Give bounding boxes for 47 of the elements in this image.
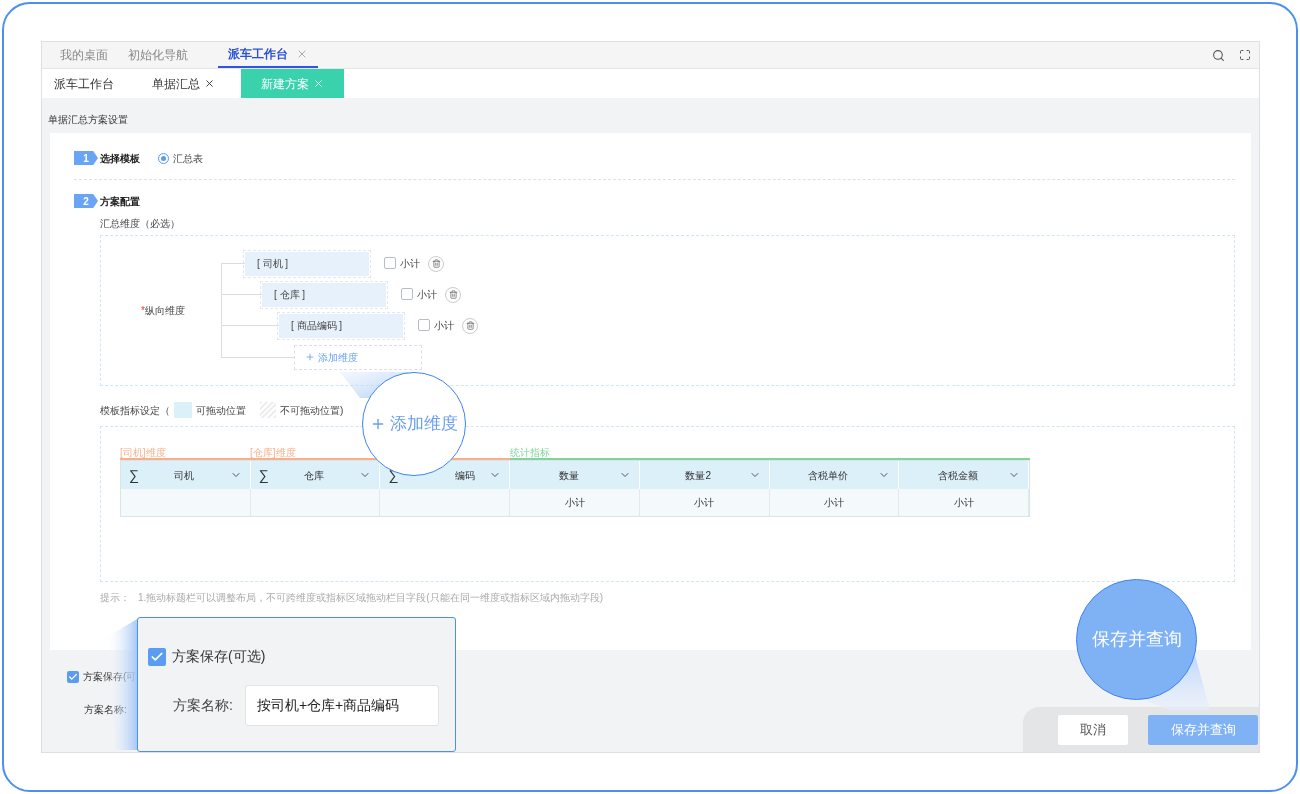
step-badge: 1 <box>74 151 98 165</box>
cancel-button[interactable]: 取消 <box>1058 714 1128 745</box>
search-icon[interactable] <box>1212 48 1225 62</box>
dimension-field[interactable]: [ 仓库 ] <box>262 282 386 307</box>
page-tab[interactable]: 派车工作台 <box>42 69 126 98</box>
legend-label: 可拖动位置 <box>196 403 246 418</box>
table-cell-text: 小计 <box>953 496 974 510</box>
field-label: 方案名称: <box>173 696 233 715</box>
field-label: 方案名称: <box>84 703 127 717</box>
checkbox-label: 方案保存(可选) <box>172 647 266 666</box>
plus-icon <box>370 416 386 432</box>
name-field[interactable]: 按司机+仓库+商品编码 <box>244 685 439 726</box>
fullscreen-icon[interactable] <box>1239 49 1251 61</box>
dimension-label: 纵向维度 <box>145 304 185 318</box>
checkbox[interactable] <box>418 318 430 331</box>
radio-label: 汇总表 <box>173 151 203 166</box>
zoom-label: 保存并查询 <box>1091 628 1182 651</box>
checkbox-label: 小计 <box>417 288 437 302</box>
field-label: 模板指标设定（ <box>100 403 170 418</box>
legend-label: 不可拖动位置) <box>280 403 344 418</box>
table-cell-text: 小计 <box>694 496 715 510</box>
plus-icon <box>305 352 315 362</box>
draggable-swatch <box>174 402 192 418</box>
table-cell-text: 小计 <box>823 496 844 510</box>
dimension-field[interactable]: [ 司机 ] <box>245 251 369 276</box>
checkbox[interactable] <box>148 647 166 666</box>
step-badge: 2 <box>74 194 98 208</box>
checkbox[interactable] <box>401 287 413 300</box>
dimension-field[interactable]: [ 商品编码 ] <box>279 313 403 338</box>
hint-text: 1.拖动标题栏可以调整布局，不可跨维度或指标区域拖动栏目字段(只能在同一维度或指标区域内拖动字段) <box>138 591 603 605</box>
page-tab[interactable]: 单据汇总 <box>140 69 227 98</box>
checkbox[interactable] <box>67 670 79 683</box>
sigma-label: ∑ <box>129 465 139 485</box>
checkbox[interactable] <box>384 256 396 269</box>
checkbox-label: 小计 <box>400 257 420 271</box>
required-mark: * <box>141 304 145 318</box>
check-icon <box>68 671 78 682</box>
field-label: 汇总维度（必选） <box>100 217 181 231</box>
hint-label: 提示： <box>100 591 130 605</box>
zoom-label: 添加维度 <box>390 413 458 436</box>
close-icon[interactable] <box>204 78 215 89</box>
step-title: 选择模板 <box>100 151 140 166</box>
sigma-label: ∑ <box>258 465 269 485</box>
checkbox-label: 小计 <box>434 319 454 333</box>
table-cell-text: 小计 <box>564 496 585 510</box>
step-title: 方案配置 <box>100 194 140 209</box>
section-title: 单据汇总方案设置 <box>47 113 129 127</box>
